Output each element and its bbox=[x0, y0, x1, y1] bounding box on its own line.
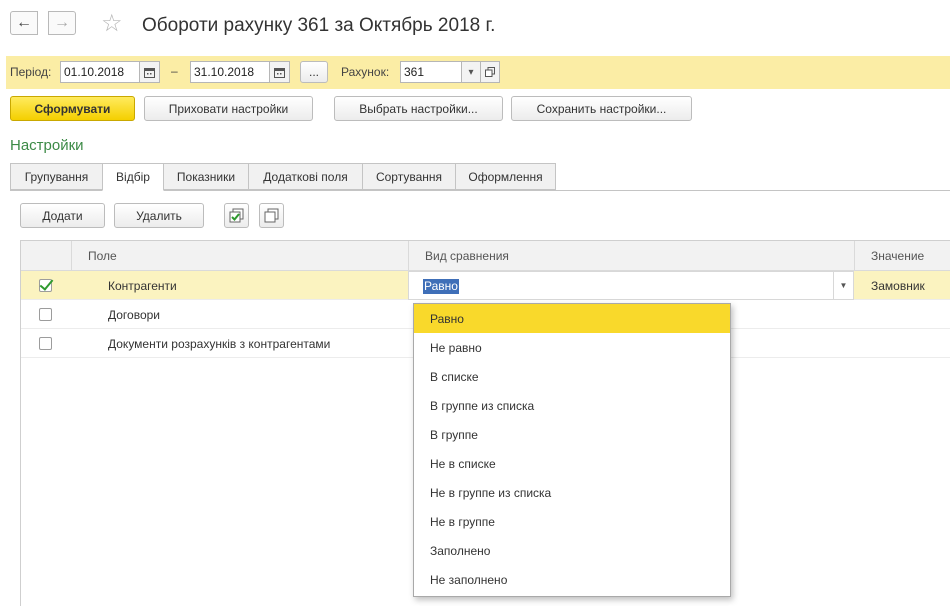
settings-title: Настройки bbox=[10, 137, 84, 154]
row-field: Договори bbox=[108, 307, 161, 322]
dropdown-option-in-list[interactable]: В списке bbox=[414, 362, 730, 391]
tab-grouping[interactable]: Групування bbox=[10, 163, 103, 190]
generate-button[interactable]: Сформувати bbox=[10, 96, 135, 121]
remove-filter-button[interactable]: Удалить bbox=[114, 203, 204, 228]
dropdown-option-filled[interactable]: Заполнено bbox=[414, 536, 730, 565]
tab-filter[interactable]: Відбір bbox=[102, 163, 164, 191]
account-dropdown-button[interactable]: ▾ bbox=[461, 61, 481, 83]
comparison-dropdown-button[interactable]: ▼ bbox=[833, 272, 853, 299]
dropdown-option-not-in-group-from-list[interactable]: Не в группе из списка bbox=[414, 478, 730, 507]
save-settings-button[interactable]: Сохранить настройки... bbox=[511, 96, 692, 121]
back-button[interactable]: ← bbox=[10, 11, 38, 35]
period-from-input[interactable]: 01.10.2018 bbox=[60, 61, 140, 83]
tab-additional-fields[interactable]: Додаткові поля bbox=[248, 163, 363, 190]
column-header-comparison[interactable]: Вид сравнения bbox=[408, 241, 854, 271]
dropdown-option-not-filled[interactable]: Не заполнено bbox=[414, 565, 730, 594]
account-label: Рахунок: bbox=[341, 65, 390, 79]
period-to-input[interactable]: 31.10.2018 bbox=[190, 61, 270, 83]
add-filter-button[interactable]: Додати bbox=[20, 203, 105, 228]
period-bar: Період: 01.10.2018 – 31.10.2018 ... Раху… bbox=[6, 56, 950, 89]
page-title: Обороти рахунку 361 за Октябрь 2018 г. bbox=[142, 15, 496, 36]
row-checkbox[interactable] bbox=[39, 337, 52, 350]
check-all-button[interactable] bbox=[224, 203, 249, 228]
dropdown-option-not-in-list[interactable]: Не в списке bbox=[414, 449, 730, 478]
comparison-editor[interactable]: Равно ▼ bbox=[408, 271, 854, 300]
chevron-down-icon: ▾ bbox=[468, 66, 474, 78]
arrow-right-icon: → bbox=[54, 14, 70, 31]
period-dash: – bbox=[171, 64, 178, 78]
account-open-button[interactable] bbox=[480, 61, 500, 83]
chevron-down-icon: ▼ bbox=[839, 281, 848, 290]
calendar-icon bbox=[144, 67, 155, 78]
favorite-star-icon[interactable]: ☆ bbox=[101, 11, 123, 37]
forward-button[interactable]: → bbox=[48, 11, 76, 35]
calendar-to-button[interactable] bbox=[269, 61, 290, 83]
column-header-field[interactable]: Поле bbox=[71, 241, 408, 271]
comparison-selected-text[interactable]: Равно bbox=[423, 279, 459, 294]
dropdown-option-in-group[interactable]: В группе bbox=[414, 420, 730, 449]
title-bar: ← → ☆ Обороти рахунку 361 за Октябрь 201… bbox=[0, 0, 950, 52]
check-all-icon bbox=[229, 208, 244, 223]
hide-settings-button[interactable]: Приховати настройки bbox=[144, 96, 313, 121]
arrow-left-icon: ← bbox=[16, 14, 32, 31]
dropdown-option-not-in-group[interactable]: Не в группе bbox=[414, 507, 730, 536]
period-label: Період: bbox=[10, 65, 52, 79]
uncheck-all-button[interactable] bbox=[259, 203, 284, 228]
tab-formatting[interactable]: Оформлення bbox=[455, 163, 556, 190]
open-window-icon bbox=[485, 67, 495, 77]
row-field: Контрагенти bbox=[108, 278, 177, 293]
dropdown-option-not-equal[interactable]: Не равно bbox=[414, 333, 730, 362]
calendar-from-button[interactable] bbox=[139, 61, 160, 83]
tab-sorting[interactable]: Сортування bbox=[362, 163, 456, 190]
calendar-icon bbox=[274, 67, 285, 78]
comparison-dropdown-list: Равно Не равно В списке В группе из спис… bbox=[413, 303, 731, 597]
row-checkbox[interactable] bbox=[39, 279, 52, 292]
column-header-value[interactable]: Значение bbox=[854, 241, 950, 271]
table-header: Поле Вид сравнения Значение bbox=[21, 241, 950, 271]
uncheck-all-icon bbox=[264, 208, 279, 223]
tab-indicators[interactable]: Показники bbox=[163, 163, 249, 190]
row-field: Документи розрахунків з контрагентами bbox=[108, 336, 331, 351]
period-select-button[interactable]: ... bbox=[300, 61, 328, 83]
choose-settings-button[interactable]: Выбрать настройки... bbox=[334, 96, 503, 121]
dropdown-option-in-group-from-list[interactable]: В группе из списка bbox=[414, 391, 730, 420]
dropdown-option-equal[interactable]: Равно bbox=[414, 304, 730, 333]
row-checkbox[interactable] bbox=[39, 308, 52, 321]
table-row[interactable]: Контрагенти Равно ▼ Замовник bbox=[21, 271, 950, 300]
account-input[interactable]: 361 bbox=[400, 61, 462, 83]
row-value[interactable]: Замовник bbox=[871, 271, 925, 300]
